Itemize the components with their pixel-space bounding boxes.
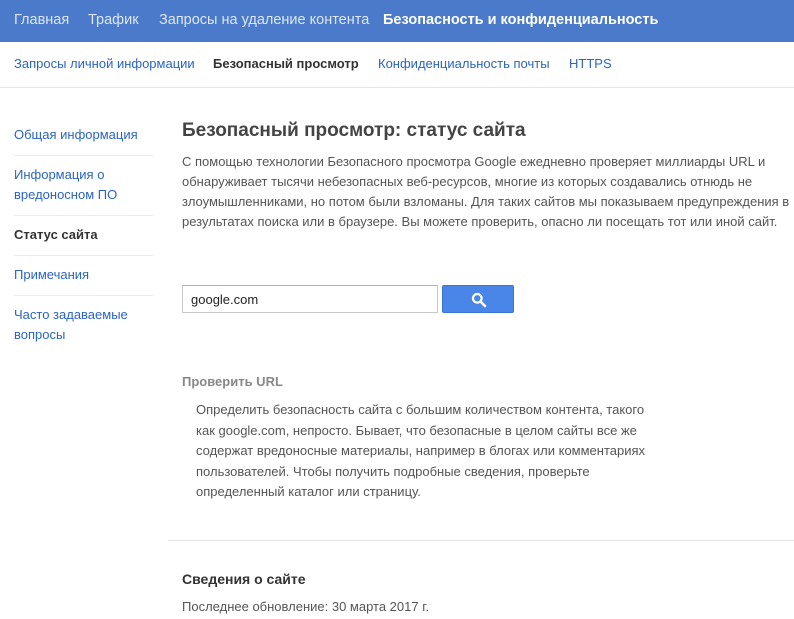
- top-tab-traffic[interactable]: Трафик: [88, 0, 139, 42]
- sidebar-item-site-status[interactable]: Статус сайта: [14, 216, 153, 256]
- top-tab-removals[interactable]: Запросы на удаление контента: [159, 0, 369, 42]
- url-search-input[interactable]: [182, 285, 438, 313]
- site-info-heading: Сведения о сайте: [182, 571, 306, 587]
- subnav-safe-browsing[interactable]: Безопасный просмотр: [213, 42, 359, 87]
- sidebar: Общая информация Информация о вредоносно…: [14, 116, 153, 355]
- check-url-description: Определить безопасность сайта с большим …: [196, 402, 646, 499]
- check-url-heading: Проверить URL: [182, 374, 283, 389]
- search-button[interactable]: [442, 285, 514, 313]
- sidebar-item-faq[interactable]: Часто задаваемые вопросы: [14, 296, 153, 355]
- top-tab-home[interactable]: Главная: [14, 0, 69, 42]
- main-content: Безопасный просмотр: статус сайта С помо…: [182, 116, 794, 232]
- top-navigation-bar: Главная Трафик Запросы на удаление конте…: [0, 0, 794, 42]
- section-divider: [168, 540, 794, 541]
- sidebar-item-overview[interactable]: Общая информация: [14, 116, 153, 156]
- subnav-personal-info-requests[interactable]: Запросы личной информации: [14, 42, 195, 87]
- intro-paragraph: С помощью технологии Безопасного просмот…: [182, 154, 790, 229]
- sub-navigation-bar: Запросы личной информации Безопасный про…: [0, 42, 794, 88]
- top-tab-security-privacy[interactable]: Безопасность и конфиденциальность: [383, 0, 658, 42]
- sidebar-item-malware-info[interactable]: Информация о вредоносном ПО: [14, 156, 153, 216]
- search-icon: [471, 292, 487, 308]
- subnav-https[interactable]: HTTPS: [569, 42, 612, 87]
- sidebar-item-notes[interactable]: Примечания: [14, 256, 153, 296]
- subnav-email-privacy[interactable]: Конфиденциальность почты: [378, 42, 550, 87]
- last-updated-text: Последнее обновление: 30 марта 2017 г.: [182, 599, 429, 614]
- page-title: Безопасный просмотр: статус сайта: [182, 120, 526, 141]
